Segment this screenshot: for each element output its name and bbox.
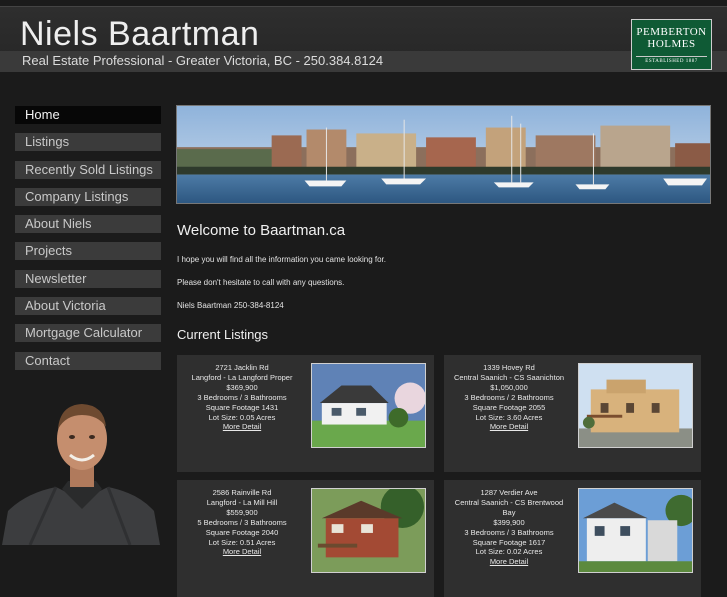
- more-detail-link[interactable]: More Detail: [183, 422, 301, 432]
- listing-photo[interactable]: [311, 488, 426, 573]
- listing-rooms: 3 Bedrooms / 2 Bathrooms: [464, 392, 554, 402]
- listing-lot: Lot Size: 0.02 Acres: [475, 547, 543, 557]
- nav-item-home[interactable]: Home: [15, 106, 161, 124]
- nav-item-mortgage-calculator[interactable]: Mortgage Calculator: [15, 324, 161, 343]
- contact-line: Niels Baartman 250-384-8124: [177, 301, 284, 310]
- listing-lot: Lot Size: 0.05 Acres: [208, 412, 276, 422]
- nav-item-listings[interactable]: Listings: [15, 133, 161, 152]
- listing-area: Langford - La Langford Proper: [191, 372, 293, 382]
- listing-info: 1339 Hovey Rd Central Saanich - CS Saani…: [450, 363, 568, 432]
- nav-item-about-victoria[interactable]: About Victoria: [15, 297, 161, 316]
- pemberton-holmes-logo[interactable]: PEMBERTON HOLMES ESTABLISHED 1887: [631, 19, 712, 70]
- listing-card: 1339 Hovey Rd Central Saanich - CS Saani…: [444, 355, 701, 472]
- listing-photo[interactable]: [578, 363, 693, 448]
- welcome-paragraph-2: Please don't hesitate to call with any q…: [177, 278, 345, 287]
- current-listings-title: Current Listings: [177, 327, 269, 342]
- listing-rooms: 3 Bedrooms / 3 Bathrooms: [197, 392, 287, 402]
- listing-address: 1339 Hovey Rd: [483, 363, 535, 372]
- listing-price: $369,900: [226, 382, 258, 392]
- listing-sqft: Square Footage 2040: [205, 527, 279, 537]
- more-detail-link[interactable]: More Detail: [450, 557, 568, 567]
- listing-photo[interactable]: [311, 363, 426, 448]
- nav-item-about-niels[interactable]: About Niels: [15, 215, 161, 234]
- nav-item-company-listings[interactable]: Company Listings: [15, 187, 161, 206]
- main-content: Welcome to Baartman.ca I hope you will f…: [176, 105, 711, 597]
- tagline-bar: Real Estate Professional - Greater Victo…: [0, 51, 727, 71]
- listing-price: $399,900: [493, 517, 525, 527]
- welcome-title: Welcome to Baartman.ca: [177, 222, 346, 239]
- listing-card: 2586 Rainville Rd Langford - La Mill Hil…: [177, 480, 434, 597]
- agent-portrait: [2, 404, 160, 545]
- listing-price: $1,050,000: [490, 382, 528, 392]
- nav-item-projects[interactable]: Projects: [15, 242, 161, 261]
- harbour-banner-image: [176, 105, 711, 204]
- logo-line3: ESTABLISHED 1887: [636, 56, 707, 64]
- listing-lot: Lot Size: 0.51 Acres: [208, 537, 276, 547]
- listing-address: 1287 Verdier Ave: [480, 488, 538, 497]
- site-header: Niels Baartman Real Estate Professional …: [0, 6, 727, 72]
- listing-sqft: Square Footage 1617: [472, 537, 546, 547]
- listing-card: 2721 Jacklin Rd Langford - La Langford P…: [177, 355, 434, 472]
- nav-item-recently-sold[interactable]: Recently Sold Listings: [15, 160, 161, 179]
- listing-price: $559,900: [226, 507, 258, 517]
- site-name[interactable]: Niels Baartman: [20, 15, 259, 54]
- logo-line2: HOLMES: [647, 38, 696, 50]
- listing-photo[interactable]: [578, 488, 693, 573]
- listing-rooms: 3 Bedrooms / 3 Bathrooms: [464, 527, 554, 537]
- logo-line1: PEMBERTON: [636, 26, 707, 38]
- listing-area: Central Saanich - CS Brentwood Bay: [454, 497, 564, 517]
- listing-address: 2586 Rainville Rd: [212, 488, 272, 497]
- nav-item-contact[interactable]: Contact: [15, 351, 161, 370]
- listing-sqft: Square Footage 1431: [205, 402, 279, 412]
- nav-item-newsletter[interactable]: Newsletter: [15, 269, 161, 288]
- listing-info: 2721 Jacklin Rd Langford - La Langford P…: [183, 363, 301, 432]
- listing-card: 1287 Verdier Ave Central Saanich - CS Br…: [444, 480, 701, 597]
- listing-sqft: Square Footage 2055: [472, 402, 546, 412]
- more-detail-link[interactable]: More Detail: [183, 547, 301, 557]
- main-nav: Home Listings Recently Sold Listings Com…: [15, 106, 161, 379]
- more-detail-link[interactable]: More Detail: [450, 422, 568, 432]
- welcome-paragraph-1: I hope you will find all the information…: [177, 255, 387, 264]
- listing-area: Central Saanich - CS Saanichton: [453, 372, 565, 382]
- listing-info: 2586 Rainville Rd Langford - La Mill Hil…: [183, 488, 301, 557]
- listing-info: 1287 Verdier Ave Central Saanich - CS Br…: [450, 488, 568, 567]
- listing-rooms: 5 Bedrooms / 3 Bathrooms: [197, 517, 287, 527]
- listing-lot: Lot Size: 3.60 Acres: [475, 412, 543, 422]
- listing-area: Langford - La Mill Hill: [206, 497, 278, 507]
- tagline: Real Estate Professional - Greater Victo…: [22, 53, 384, 68]
- listing-address: 2721 Jacklin Rd: [215, 363, 269, 372]
